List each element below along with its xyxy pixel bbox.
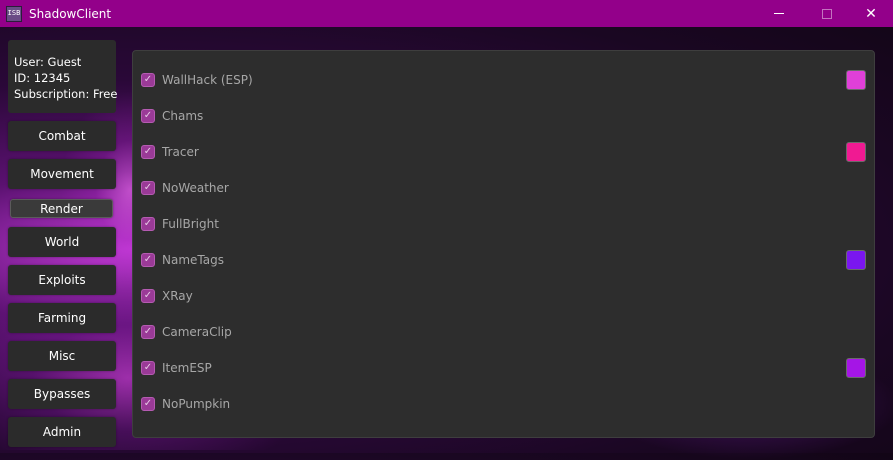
xray-checkbox[interactable]: ✓ <box>141 289 155 303</box>
nav-combat-button[interactable]: Combat <box>8 121 116 151</box>
feature-label: NoWeather <box>162 181 229 195</box>
nav-misc-button[interactable]: Misc <box>8 341 116 371</box>
render-panel: ✓ WallHack (ESP) ✓ Chams ✓ Tracer ✓ NoWe… <box>132 50 875 438</box>
tracer-color-picker[interactable] <box>846 142 866 162</box>
wallhack-color-picker[interactable] <box>846 70 866 90</box>
feature-label: NameTags <box>162 253 224 267</box>
user-id: ID: 12345 <box>14 71 71 85</box>
nopumpkin-checkbox[interactable]: ✓ <box>141 397 155 411</box>
checkmark-icon: ✓ <box>143 290 153 301</box>
user-info-panel: User: Guest ID: 12345 Subscription: Free <box>8 40 118 113</box>
checkmark-icon: ✓ <box>143 146 153 157</box>
itemesp-color-picker[interactable] <box>846 358 866 378</box>
feature-row-xray[interactable]: ✓ XRay <box>141 286 193 306</box>
wallhack-checkbox[interactable]: ✓ <box>141 73 155 87</box>
feature-row-itemesp[interactable]: ✓ ItemESP <box>141 358 212 378</box>
feature-row-wallhack[interactable]: ✓ WallHack (ESP) <box>141 70 253 90</box>
checkmark-icon: ✓ <box>143 326 153 337</box>
noweather-checkbox[interactable]: ✓ <box>141 181 155 195</box>
feature-row-cameraclip[interactable]: ✓ CameraClip <box>141 322 232 342</box>
nav-bypasses-button[interactable]: Bypasses <box>8 379 116 409</box>
feature-label: XRay <box>162 289 193 303</box>
feature-label: WallHack (ESP) <box>162 73 253 87</box>
maximize-icon <box>822 8 832 19</box>
checkmark-icon: ✓ <box>143 182 153 193</box>
nametags-checkbox[interactable]: ✓ <box>141 253 155 267</box>
feature-label: FullBright <box>162 217 219 231</box>
title-bar[interactable]: ISB ShadowClient ✕ <box>0 0 893 27</box>
maximize-button[interactable] <box>804 0 850 27</box>
feature-row-noweather[interactable]: ✓ NoWeather <box>141 178 229 198</box>
feature-row-tracer[interactable]: ✓ Tracer <box>141 142 199 162</box>
feature-row-chams[interactable]: ✓ Chams <box>141 106 203 126</box>
minimize-button[interactable] <box>756 0 802 27</box>
checkmark-icon: ✓ <box>143 398 153 409</box>
chams-checkbox[interactable]: ✓ <box>141 109 155 123</box>
feature-row-nopumpkin[interactable]: ✓ NoPumpkin <box>141 394 230 414</box>
checkmark-icon: ✓ <box>143 218 153 229</box>
nav-movement-button[interactable]: Movement <box>8 159 116 189</box>
nav-farming-button[interactable]: Farming <box>8 303 116 333</box>
checkmark-icon: ✓ <box>143 362 153 373</box>
close-icon: ✕ <box>865 5 877 22</box>
minimize-icon <box>774 13 784 14</box>
feature-label: ItemESP <box>162 361 212 375</box>
user-subscription: Subscription: Free <box>14 87 118 101</box>
feature-label: Tracer <box>162 145 199 159</box>
nametags-color-picker[interactable] <box>846 250 866 270</box>
nav-admin-button[interactable]: Admin <box>8 417 116 447</box>
tracer-checkbox[interactable]: ✓ <box>141 145 155 159</box>
fullbright-checkbox[interactable]: ✓ <box>141 217 155 231</box>
feature-row-nametags[interactable]: ✓ NameTags <box>141 250 224 270</box>
feature-row-fullbright[interactable]: ✓ FullBright <box>141 214 219 234</box>
feature-label: NoPumpkin <box>162 397 231 411</box>
close-button[interactable]: ✕ <box>848 0 893 27</box>
itemesp-checkbox[interactable]: ✓ <box>141 361 155 375</box>
checkmark-icon: ✓ <box>143 74 153 85</box>
nav-world-button[interactable]: World <box>8 227 116 257</box>
nav-exploits-button[interactable]: Exploits <box>8 265 116 295</box>
feature-label: Chams <box>162 109 204 123</box>
nav-render-button[interactable]: Render <box>10 199 113 218</box>
window-title: ShadowClient <box>29 6 112 21</box>
checkmark-icon: ✓ <box>143 110 153 121</box>
feature-label: CameraClip <box>162 325 232 339</box>
user-name: User: Guest <box>14 55 82 69</box>
checkmark-icon: ✓ <box>143 254 153 265</box>
app-icon: ISB <box>6 5 22 22</box>
cameraclip-checkbox[interactable]: ✓ <box>141 325 155 339</box>
